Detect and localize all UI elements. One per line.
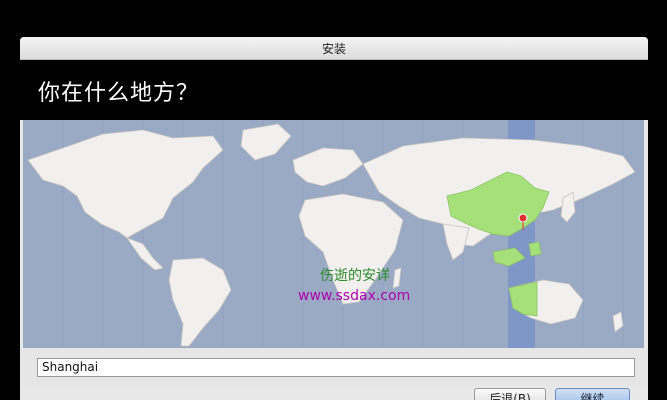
header-banner: 你在什么地方？ [20,60,648,120]
window-title: 安装 [321,41,346,56]
back-button[interactable]: 后退(B) [474,388,546,400]
world-timezone-map[interactable] [23,120,644,348]
watermark-url: www.ssdax.com [298,288,411,304]
installer-window: 安装 你在什么地方？ 伤逝的安详 www.ssdax.com Shanghai … [20,37,648,400]
world-map-svg[interactable] [23,120,644,348]
philippines-highlight [528,241,542,257]
location-input[interactable]: Shanghai [37,358,635,377]
watermark-text: 伤逝的安详 [320,268,390,284]
continue-button[interactable]: 继续 [555,388,630,400]
city-marker-icon[interactable] [518,213,528,223]
page-title: 你在什么地方？ [38,81,200,106]
window-titlebar: 安装 [20,37,648,60]
location-row: Shanghai [20,348,648,386]
